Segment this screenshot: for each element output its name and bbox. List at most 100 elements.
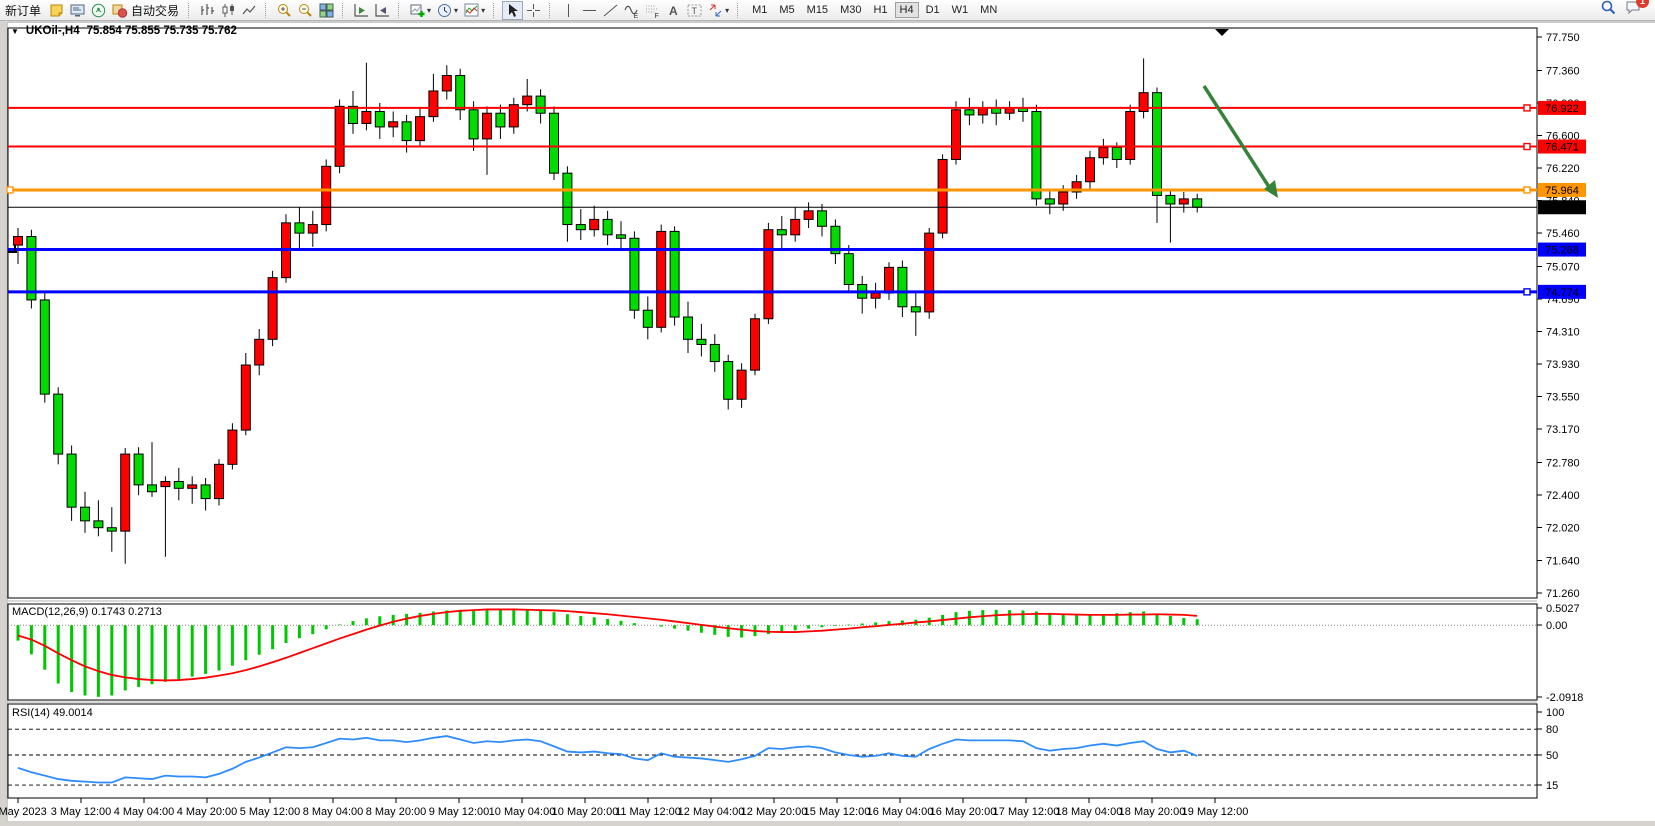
svg-text:0.5027: 0.5027 — [1546, 603, 1580, 615]
svg-text:74.774: 74.774 — [1545, 287, 1579, 299]
profiles-clock-icon[interactable] — [434, 1, 455, 20]
zoom-out-icon[interactable] — [295, 1, 316, 20]
svg-text:77.360: 77.360 — [1546, 65, 1580, 77]
timeframe-mn-button[interactable]: MN — [975, 2, 1002, 18]
svg-text:76.922: 76.922 — [1545, 103, 1579, 115]
chart-shift-icon[interactable] — [372, 1, 393, 20]
new-chart-icon[interactable] — [407, 1, 428, 20]
timeframe-d1-button[interactable]: D1 — [921, 2, 945, 18]
price-chart[interactable]: 77.75077.36076.98076.60076.22075.84075.4… — [0, 0, 1655, 826]
toolbar-separator — [188, 3, 193, 18]
svg-text:4 May 20:00: 4 May 20:00 — [177, 806, 238, 818]
note-icon[interactable] — [46, 1, 67, 20]
macd-indicator-label: MACD(12,26,9) 0.1743 0.2713 — [12, 606, 162, 618]
line-handle[interactable] — [1524, 289, 1530, 295]
toolbar-separator — [342, 3, 347, 18]
sound-icon[interactable] — [88, 1, 109, 20]
new-chart-icon-dropdown[interactable]: ▾ — [427, 6, 431, 15]
toolbar-right: 1 — [1600, 0, 1652, 21]
timeframe-m1-button[interactable]: M1 — [747, 2, 772, 18]
chart-title-symbol: UKOil-,H4 — [26, 25, 80, 37]
arrows-icon[interactable] — [705, 1, 726, 20]
toolbar-separator — [493, 3, 498, 18]
svg-text:18 May 20:00: 18 May 20:00 — [1119, 806, 1186, 818]
fibonacci-icon[interactable]: F — [642, 1, 663, 20]
toolbar-separator — [737, 3, 742, 18]
svg-text:3 May 12:00: 3 May 12:00 — [51, 806, 112, 818]
svg-text:50: 50 — [1546, 750, 1558, 762]
vertical-line-icon[interactable] — [558, 1, 579, 20]
auto-scroll-icon[interactable] — [351, 1, 372, 20]
svg-text:A: A — [669, 4, 678, 18]
svg-text:75.762: 75.762 — [1545, 202, 1579, 214]
bar-chart-icon[interactable] — [197, 1, 218, 20]
chart-panels — [8, 28, 1537, 798]
chat-icon[interactable]: 1 — [1625, 0, 1642, 21]
toolbar: 新订单 自动交易 ▾ ▾ ▾ E F A T ▾ M1M5M15M30H1H4D1W1MN 1 — [0, 0, 1655, 21]
chart-title-bar: ▼ UKOil-,H4 75.854 75.855 75.735 75.762 — [11, 25, 237, 37]
timeframe-w1-button[interactable]: W1 — [947, 2, 974, 18]
autotrade-icon[interactable] — [109, 1, 130, 20]
text-label-icon[interactable]: T — [684, 1, 705, 20]
collapse-triangle-icon[interactable]: ▼ — [11, 27, 19, 36]
zoom-in-icon[interactable] — [274, 1, 295, 20]
autotrade-icon-label[interactable]: 自动交易 — [131, 2, 179, 19]
svg-text:E: E — [634, 13, 639, 19]
svg-text:-2.0918: -2.0918 — [1546, 692, 1583, 704]
svg-text:72.400: 72.400 — [1546, 490, 1580, 502]
line-handle[interactable] — [1524, 144, 1530, 150]
svg-text:73.550: 73.550 — [1546, 392, 1580, 404]
indicators-icon-dropdown[interactable]: ▾ — [481, 6, 485, 15]
svg-text:71.260: 71.260 — [1546, 588, 1580, 600]
arrows-icon-dropdown[interactable]: ▾ — [725, 6, 729, 15]
timeframe-m30-button[interactable]: M30 — [835, 2, 866, 18]
candlestick-icon[interactable] — [218, 1, 239, 20]
rsi-indicator-label: RSI(14) 49.0014 — [12, 707, 93, 719]
toolbar-separator — [398, 3, 403, 18]
svg-text:5 May 12:00: 5 May 12:00 — [240, 806, 301, 818]
equidistant-channel-icon[interactable]: E — [621, 1, 642, 20]
crosshair-icon[interactable] — [523, 1, 544, 20]
tile-windows-icon[interactable] — [316, 1, 337, 20]
svg-text:9 May 12:00: 9 May 12:00 — [429, 806, 490, 818]
svg-text:10 May 20:00: 10 May 20:00 — [552, 806, 619, 818]
svg-text:0.00: 0.00 — [1546, 620, 1567, 632]
indicators-icon[interactable] — [461, 1, 482, 20]
svg-text:72.020: 72.020 — [1546, 523, 1580, 535]
svg-text:74.310: 74.310 — [1546, 327, 1580, 339]
timeframe-m15-button[interactable]: M15 — [802, 2, 833, 18]
toolbar-separator — [265, 3, 270, 18]
text-icon[interactable]: A — [663, 1, 684, 20]
line-handle[interactable] — [1524, 105, 1530, 111]
line-chart-icon[interactable] — [239, 1, 260, 20]
svg-text:12 May 04:00: 12 May 04:00 — [678, 806, 745, 818]
svg-text:10 May 04:00: 10 May 04:00 — [489, 806, 556, 818]
new-order-button[interactable]: 新订单 — [3, 2, 46, 19]
svg-text:4 May 04:00: 4 May 04:00 — [114, 806, 175, 818]
svg-text:F: F — [655, 13, 659, 19]
svg-text:100: 100 — [1546, 707, 1564, 719]
svg-text:16 May 04:00: 16 May 04:00 — [867, 806, 934, 818]
svg-text:71.640: 71.640 — [1546, 555, 1580, 567]
svg-text:T: T — [692, 6, 698, 16]
line-handle[interactable] — [1524, 187, 1530, 193]
svg-text:76.471: 76.471 — [1545, 142, 1579, 154]
cursor-icon[interactable] — [502, 1, 523, 20]
svg-text:17 May 12:00: 17 May 12:00 — [993, 806, 1060, 818]
horizontal-line-icon[interactable] — [579, 1, 600, 20]
svg-text:75.070: 75.070 — [1546, 262, 1580, 274]
svg-text:80: 80 — [1546, 724, 1558, 736]
svg-text:76.220: 76.220 — [1546, 163, 1580, 175]
svg-text:18 May 04:00: 18 May 04:00 — [1056, 806, 1123, 818]
terminal-icon[interactable] — [67, 1, 88, 20]
svg-text:75.460: 75.460 — [1546, 228, 1580, 240]
trendline-icon[interactable] — [600, 1, 621, 20]
timeframe-m5-button[interactable]: M5 — [774, 2, 799, 18]
profiles-clock-icon-dropdown[interactable]: ▾ — [454, 6, 458, 15]
timeframe-h1-button[interactable]: H1 — [868, 2, 892, 18]
search-icon[interactable] — [1600, 0, 1617, 21]
timeframe-h4-button[interactable]: H4 — [895, 2, 919, 18]
svg-text:16 May 20:00: 16 May 20:00 — [930, 806, 997, 818]
svg-text:73.170: 73.170 — [1546, 424, 1580, 436]
line-handle[interactable] — [7, 187, 13, 193]
